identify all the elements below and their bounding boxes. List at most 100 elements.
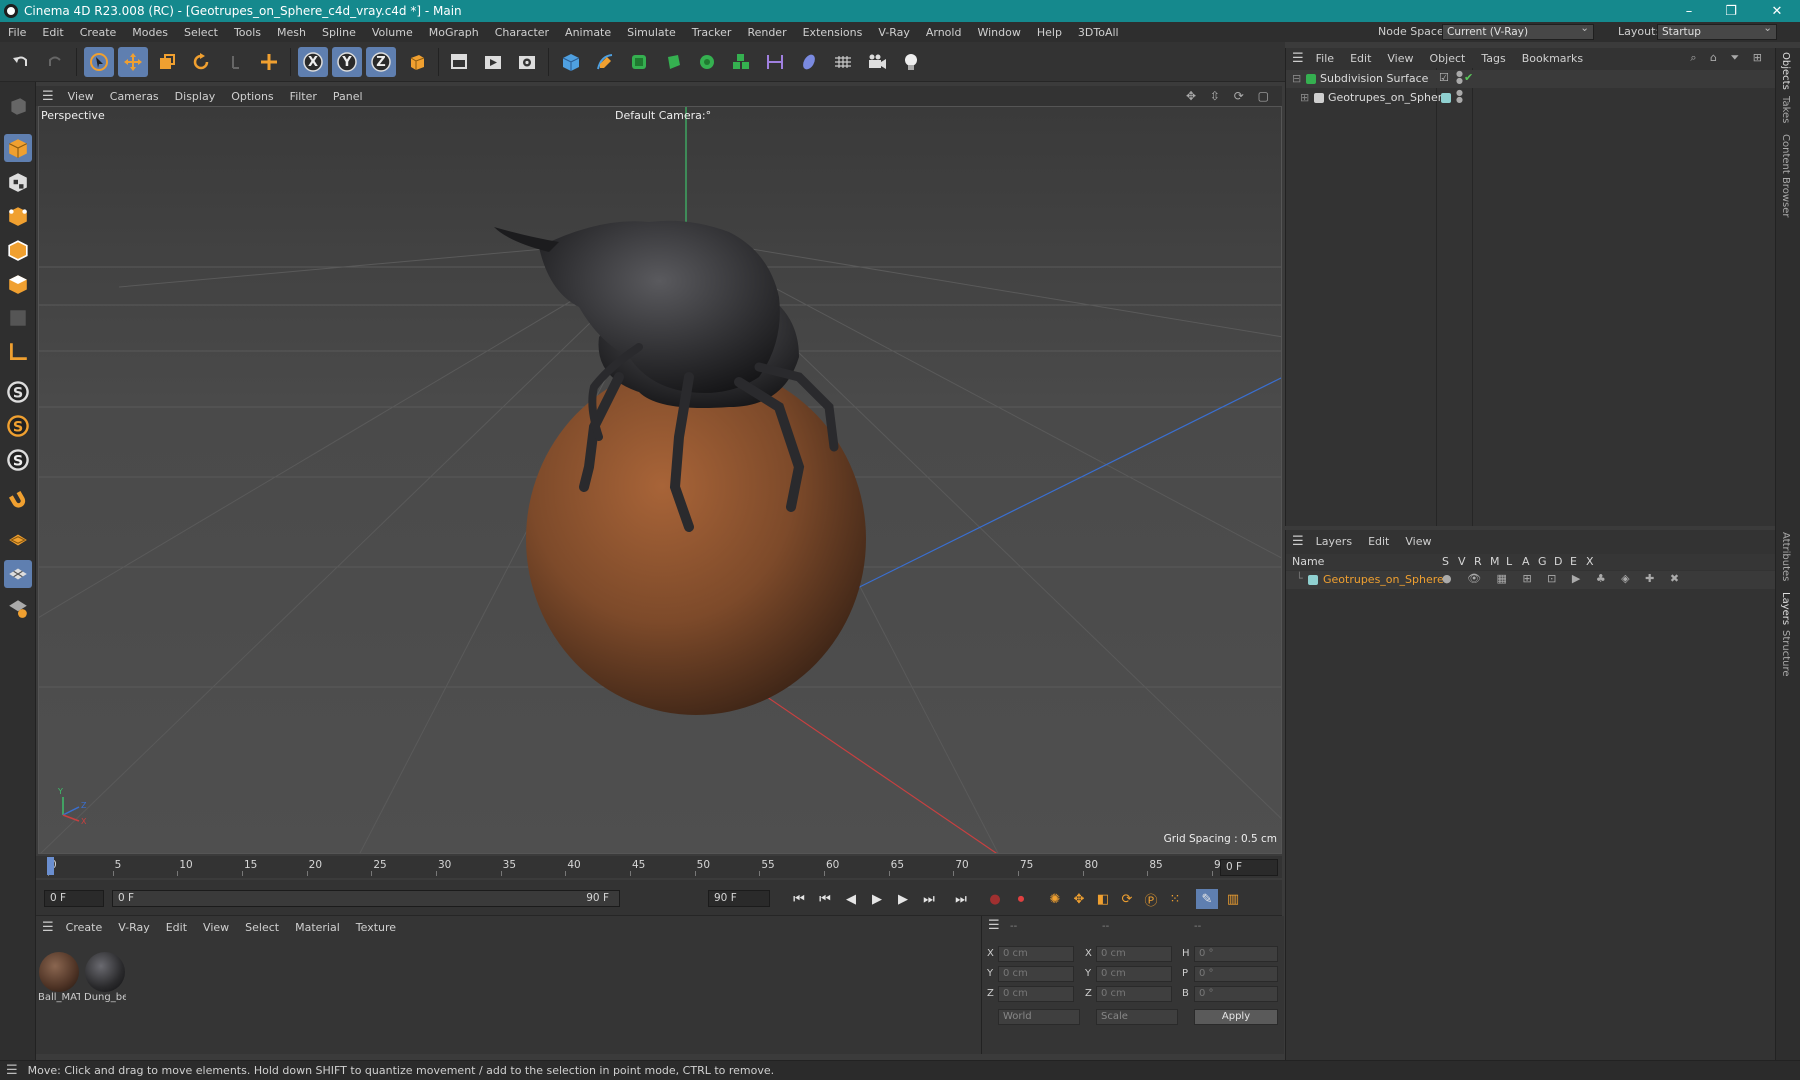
x-axis-lock-button[interactable]: X xyxy=(298,47,328,77)
layer-hamburger-icon[interactable]: ☰ xyxy=(1292,534,1304,549)
locked-workplane-button[interactable] xyxy=(4,594,32,622)
object-row[interactable]: ⊞ Geotrupes_on_Sphere ● ● xyxy=(1286,89,1776,107)
layer-toggle-icons[interactable]: ● 👁 ▦ ⊞ ⊡ ▶ ♣ ◈ ✚ ✖ xyxy=(1442,572,1685,585)
camera-button[interactable] xyxy=(862,47,892,77)
object-hamburger-icon[interactable]: ☰ xyxy=(1292,51,1304,66)
tab-structure[interactable]: Structure xyxy=(1780,630,1791,677)
viewport-menu-panel[interactable]: Panel xyxy=(325,90,371,103)
pos-y-field[interactable]: 0 cm xyxy=(998,966,1074,982)
coordinate-space-select[interactable]: World xyxy=(998,1009,1080,1025)
viewport-hamburger-icon[interactable]: ☰ xyxy=(42,89,54,104)
snap-button[interactable]: S xyxy=(4,378,32,406)
subdivision-surface-button[interactable] xyxy=(624,47,654,77)
object-menu-file[interactable]: File xyxy=(1308,52,1342,65)
layer-menu-edit[interactable]: Edit xyxy=(1360,535,1397,548)
object-search-icons[interactable]: ⌕ ⌂ ⏷ ⊞ xyxy=(1690,51,1767,65)
menu-modes[interactable]: Modes xyxy=(124,26,176,39)
workplane-button[interactable] xyxy=(4,526,32,554)
layer-row[interactable]: └ Geotrupes_on_Sphere ● 👁 ▦ ⊞ ⊡ ▶ ♣ ◈ ✚ … xyxy=(1286,571,1776,589)
viewport-menu-display[interactable]: Display xyxy=(167,90,224,103)
cloner-button[interactable] xyxy=(692,47,722,77)
floor-button[interactable] xyxy=(828,47,858,77)
material-swatch[interactable]: Ball_MAT xyxy=(38,952,80,1003)
layer-menu-layers[interactable]: Layers xyxy=(1308,535,1360,548)
live-selection-button[interactable] xyxy=(84,47,114,77)
pen-spline-button[interactable] xyxy=(590,47,620,77)
layer-name[interactable]: Geotrupes_on_Sphere xyxy=(1323,573,1444,586)
tab-takes[interactable]: Takes xyxy=(1780,96,1791,123)
play-button[interactable]: ▶ xyxy=(866,889,888,909)
make-editable-button[interactable] xyxy=(4,92,32,120)
viewport-menu-options[interactable]: Options xyxy=(223,90,281,103)
z-axis-lock-button[interactable]: Z xyxy=(366,47,396,77)
edge-mode-button[interactable] xyxy=(4,236,32,264)
grid-workplane-button[interactable] xyxy=(4,560,32,588)
coordinates-hamburger-icon[interactable]: ☰ xyxy=(988,918,1000,933)
material-menu-vray[interactable]: V-Ray xyxy=(110,921,158,934)
key-parameter-button[interactable]: Ⓟ xyxy=(1140,889,1162,909)
render-settings-button[interactable] xyxy=(512,47,542,77)
dung-ball[interactable] xyxy=(526,363,866,715)
menu-edit[interactable]: Edit xyxy=(34,26,71,39)
point-mode-button[interactable] xyxy=(4,202,32,230)
y-axis-lock-button[interactable]: Y xyxy=(332,47,362,77)
menu-vray[interactable]: V-Ray xyxy=(870,26,918,39)
size-z-field[interactable]: 0 cm xyxy=(1096,986,1172,1002)
next-key-button[interactable]: ⏭ xyxy=(918,889,940,909)
end-frame-field[interactable]: 90 F xyxy=(708,890,770,907)
light-button[interactable] xyxy=(896,47,926,77)
key-scale-button[interactable]: ◧ xyxy=(1092,889,1114,909)
rot-h-field[interactable]: 0 ° xyxy=(1194,946,1278,962)
menu-simulate[interactable]: Simulate xyxy=(619,26,684,39)
menu-render[interactable]: Render xyxy=(739,26,794,39)
go-to-start-button[interactable]: ⏮ xyxy=(788,889,810,909)
size-x-field[interactable]: 0 cm xyxy=(1096,946,1172,962)
tab-layers[interactable]: Layers xyxy=(1780,592,1791,625)
rot-p-field[interactable]: 0 ° xyxy=(1194,966,1278,982)
key-rotation-button[interactable]: ⟳ xyxy=(1116,889,1138,909)
key-pla-button[interactable]: ⁙ xyxy=(1164,889,1186,909)
previous-frame-button[interactable]: ◀ xyxy=(840,889,862,909)
material-menu-view[interactable]: View xyxy=(195,921,237,934)
timeline-ruler[interactable]: 051015202530354045505560657075808590 0 F xyxy=(36,856,1282,878)
status-hamburger-icon[interactable]: ☰ xyxy=(6,1063,18,1078)
size-mode-select[interactable]: Scale xyxy=(1096,1009,1178,1025)
size-y-field[interactable]: 0 cm xyxy=(1096,966,1172,982)
menu-help[interactable]: Help xyxy=(1029,26,1070,39)
viewport-nav-icons[interactable]: ✥ ⇳ ⟳ ▢ xyxy=(1186,89,1274,103)
menu-volume[interactable]: Volume xyxy=(364,26,421,39)
menu-tracker[interactable]: Tracker xyxy=(684,26,740,39)
viewport-menu-view[interactable]: View xyxy=(60,90,102,103)
object-menu-tags[interactable]: Tags xyxy=(1473,52,1513,65)
material-hamburger-icon[interactable]: ☰ xyxy=(42,920,54,935)
menu-window[interactable]: Window xyxy=(969,26,1028,39)
menu-select[interactable]: Select xyxy=(176,26,226,39)
move-tool-button[interactable] xyxy=(118,47,148,77)
tab-objects[interactable]: Objects xyxy=(1780,52,1791,90)
place-tool-button[interactable] xyxy=(254,47,284,77)
viewport-menu-cameras[interactable]: Cameras xyxy=(102,90,167,103)
menu-spline[interactable]: Spline xyxy=(314,26,364,39)
redo-button[interactable] xyxy=(40,47,70,77)
object-menu-view[interactable]: View xyxy=(1379,52,1421,65)
material-swatch[interactable]: Dung_be xyxy=(84,952,126,1003)
visibility-dots-icon[interactable]: ● ● xyxy=(1456,89,1463,104)
scale-tool-button[interactable] xyxy=(152,47,182,77)
material-menu-create[interactable]: Create xyxy=(58,921,111,934)
viewport-menu-filter[interactable]: Filter xyxy=(282,90,325,103)
apply-button[interactable]: Apply xyxy=(1194,1009,1278,1025)
array-button[interactable] xyxy=(726,47,756,77)
rotate-tool-button[interactable] xyxy=(186,47,216,77)
close-button[interactable]: ✕ xyxy=(1756,0,1798,22)
tab-attributes[interactable]: Attributes xyxy=(1780,532,1791,581)
polygon-mode-button[interactable] xyxy=(4,270,32,298)
pos-z-field[interactable]: 0 cm xyxy=(998,986,1074,1002)
layout-select[interactable]: Startup xyxy=(1657,22,1777,40)
expand-icon[interactable]: ⊟ xyxy=(1292,72,1301,85)
node-space-select[interactable]: Current (V-Ray) xyxy=(1442,22,1594,40)
tab-content-browser[interactable]: Content Browser xyxy=(1780,134,1791,217)
edit-checkbox-icon[interactable]: ☑ xyxy=(1439,71,1449,84)
menu-file[interactable]: File xyxy=(0,26,34,39)
axis-mode-button[interactable] xyxy=(4,338,32,366)
3d-viewport[interactable]: Perspective Default Camera:° Grid Spacin… xyxy=(38,106,1282,854)
